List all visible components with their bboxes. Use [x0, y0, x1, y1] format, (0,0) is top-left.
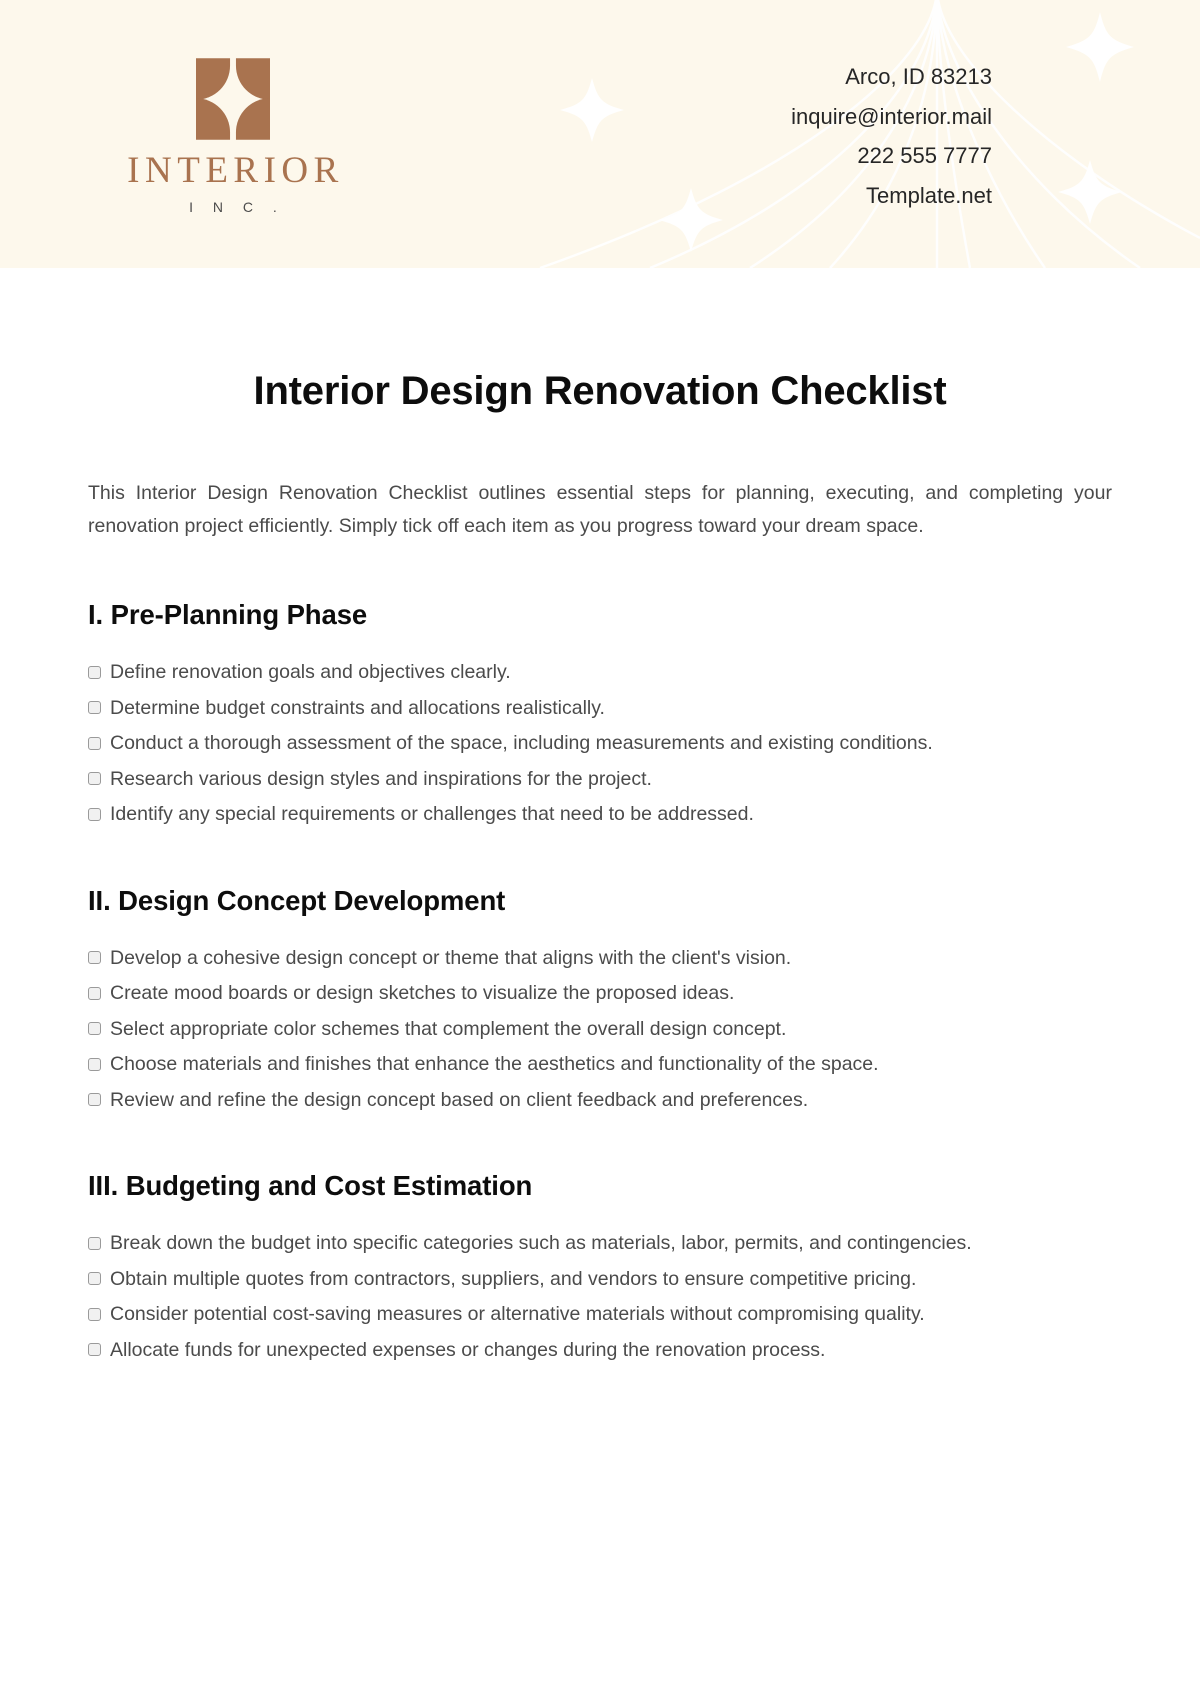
checkbox-icon[interactable] [88, 807, 101, 821]
checkbox-icon[interactable] [88, 986, 101, 1000]
checkbox-container [88, 1093, 110, 1107]
checklist-item[interactable]: Define renovation goals and objectives c… [88, 656, 1112, 689]
checkbox-container [88, 701, 110, 715]
checkbox-icon[interactable] [88, 701, 101, 715]
checklist-item[interactable]: Consider potential cost-saving measures … [88, 1298, 1112, 1331]
checkbox-container [88, 986, 110, 1000]
checkbox-container [88, 1022, 110, 1036]
contact-email[interactable]: inquire@interior.mail [791, 97, 992, 137]
page-title: Interior Design Renovation Checklist [253, 369, 947, 413]
checkbox-icon[interactable] [88, 1272, 101, 1286]
checklist-item[interactable]: Create mood boards or design sketches to… [88, 977, 1112, 1010]
checkbox-container [88, 1272, 110, 1286]
logo-wordmark: INTERIOR [127, 150, 344, 191]
checklist-sections: I. Pre-Planning Phase Define renovation g… [88, 599, 1112, 1366]
logo-subtitle: I N C . [189, 199, 285, 215]
contact-info: Arco, ID 83213 inquire@interior.mail 222… [791, 57, 992, 215]
checkbox-container [88, 665, 110, 679]
checklist-item[interactable]: Allocate funds for unexpected expenses o… [88, 1334, 1112, 1367]
checklist-section: II. Design Concept Development Develop a … [88, 885, 1112, 1117]
contact-address: Arco, ID 83213 [845, 64, 992, 89]
checklist-item-label: Choose materials and finishes that enhan… [110, 1053, 879, 1075]
checkbox-container [88, 1343, 110, 1357]
checklist-item[interactable]: Select appropriate color schemes that co… [88, 1013, 1112, 1046]
checklist-item[interactable]: Develop a cohesive design concept or the… [88, 942, 1112, 975]
checklist-item-label: Consider potential cost-saving measures … [110, 1303, 925, 1325]
checklist-item[interactable]: Review and refine the design concept bas… [88, 1084, 1112, 1117]
checklist: Break down the budget into specific cate… [88, 1227, 1112, 1366]
checkbox-container [88, 736, 110, 750]
checklist-item-label: Create mood boards or design sketches to… [110, 982, 735, 1004]
document-body: Interior Design Renovation Checklist Thi… [0, 268, 1200, 1369]
checkbox-icon[interactable] [88, 951, 101, 965]
checkbox-container [88, 1057, 110, 1071]
checklist-item[interactable]: Research various design styles and inspi… [88, 763, 1112, 796]
checklist-item[interactable]: Obtain multiple quotes from contractors,… [88, 1263, 1112, 1296]
checkbox-container [88, 1307, 110, 1321]
checklist-item[interactable]: Choose materials and finishes that enhan… [88, 1048, 1112, 1081]
checklist-item-label: Obtain multiple quotes from contractors,… [110, 1267, 917, 1290]
checkbox-icon[interactable] [88, 1236, 101, 1250]
checkbox-container [88, 772, 110, 786]
checkbox-container [88, 1236, 110, 1250]
checklist-item-label: Determine budget constraints and allocat… [110, 696, 605, 719]
section-heading: I. Pre-Planning Phase [88, 599, 368, 630]
checkbox-icon[interactable] [88, 1307, 101, 1321]
checklist-item-label: Break down the budget into specific cate… [110, 1232, 972, 1254]
checklist-section: III. Budgeting and Cost Estimation Break … [88, 1170, 1112, 1366]
checklist-item-label: Select appropriate color schemes that co… [110, 1017, 787, 1040]
section-heading: II. Design Concept Development [88, 884, 506, 916]
section-heading: III. Budgeting and Cost Estimation [88, 1170, 533, 1201]
checklist: Develop a cohesive design concept or the… [88, 942, 1112, 1117]
contact-website[interactable]: Template.net [791, 176, 992, 216]
checklist-item-label: Identify any special requirements or cha… [110, 803, 754, 825]
checkbox-container [88, 951, 110, 965]
checklist-item-label: Develop a cohesive design concept or the… [110, 946, 792, 969]
contact-phone[interactable]: 222 555 7777 [791, 136, 992, 176]
checklist-item-label: Research various design styles and inspi… [110, 767, 652, 790]
brand-logo: INTERIOR I N C . [108, 58, 358, 215]
checkbox-icon[interactable] [88, 1057, 101, 1071]
checklist-item-label: Review and refine the design concept bas… [110, 1088, 809, 1111]
checklist: Define renovation goals and objectives c… [88, 656, 1112, 831]
intro-paragraph: This Interior Design Renovation Checklis… [88, 482, 1112, 537]
checklist-item[interactable]: Identify any special requirements or cha… [88, 798, 1112, 831]
checklist-item[interactable]: Conduct a thorough assessment of the spa… [88, 727, 1112, 760]
interior-inc-logo-mark-icon [196, 58, 270, 140]
checkbox-icon[interactable] [88, 772, 101, 786]
checklist-item-label: Conduct a thorough assessment of the spa… [110, 732, 933, 754]
checkbox-icon[interactable] [88, 1093, 101, 1107]
checklist-item[interactable]: Break down the budget into specific cate… [88, 1227, 1112, 1260]
checkbox-icon[interactable] [88, 1343, 101, 1357]
checklist-item-label: Define renovation goals and objectives c… [110, 661, 511, 683]
document-page: INTERIOR I N C . Arco, ID 83213 inquire@… [0, 0, 1200, 1700]
checkbox-icon[interactable] [88, 1022, 101, 1036]
checkbox-icon[interactable] [88, 736, 101, 750]
checklist-section: I. Pre-Planning Phase Define renovation g… [88, 599, 1112, 831]
document-header: INTERIOR I N C . Arco, ID 83213 inquire@… [0, 0, 1200, 268]
checklist-item[interactable]: Determine budget constraints and allocat… [88, 692, 1112, 725]
checkbox-container [88, 807, 110, 821]
checkbox-icon[interactable] [88, 665, 101, 679]
checklist-item-label: Allocate funds for unexpected expenses o… [110, 1338, 826, 1361]
